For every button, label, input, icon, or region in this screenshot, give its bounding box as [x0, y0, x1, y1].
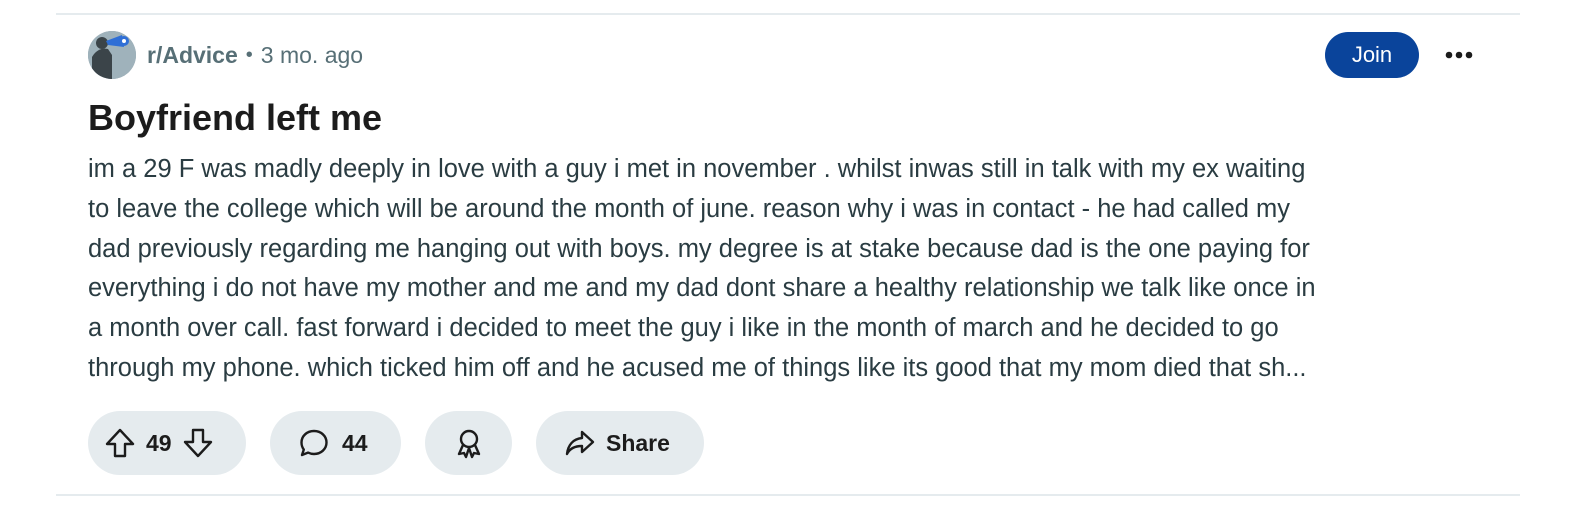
award-icon: [453, 427, 485, 459]
comments-button[interactable]: 44: [270, 411, 401, 475]
upvote-arrow-icon[interactable]: [104, 427, 136, 459]
post-body-line: everything i do not have my mother and m…: [88, 274, 1316, 303]
post-timestamp: 3 mo. ago: [260, 41, 364, 68]
vote-count: 49: [146, 429, 172, 456]
downvote-arrow-icon[interactable]: [182, 427, 214, 459]
subreddit-avatar[interactable]: [88, 31, 136, 79]
comment-bubble-icon: [298, 427, 330, 459]
share-arrow-icon: [564, 427, 596, 459]
post-body-line: a month over call. fast forward i decide…: [88, 314, 1279, 343]
top-divider: [56, 13, 1520, 15]
post-body-line: dad previously regarding me hanging out …: [88, 234, 1310, 263]
share-button[interactable]: Share: [536, 411, 704, 475]
award-button[interactable]: [425, 411, 512, 475]
post-meta: r/Advice • 3 mo. ago Join: [88, 30, 1488, 80]
post-card[interactable]: r/Advice • 3 mo. ago Join Boyfriend left…: [88, 30, 1488, 389]
more-options-icon[interactable]: [1438, 34, 1480, 76]
post-actions: 49 44 Share: [88, 411, 704, 475]
post-body-line: to leave the college which will be aroun…: [88, 194, 1291, 223]
meta-separator: •: [245, 43, 253, 66]
post-body[interactable]: im a 29 F was madly deeply in love with …: [88, 150, 1488, 389]
post-title[interactable]: Boyfriend left me: [88, 96, 1488, 140]
vote-controls: 49: [88, 411, 246, 475]
subreddit-name[interactable]: r/Advice: [147, 42, 238, 69]
bottom-divider: [56, 494, 1520, 496]
post-body-line: through my phone. which ticked him off a…: [88, 353, 1307, 382]
comment-count: 44: [342, 429, 368, 456]
share-label: Share: [606, 429, 670, 456]
post-body-line: im a 29 F was madly deeply in love with …: [88, 155, 1306, 183]
join-button[interactable]: Join: [1325, 32, 1419, 78]
